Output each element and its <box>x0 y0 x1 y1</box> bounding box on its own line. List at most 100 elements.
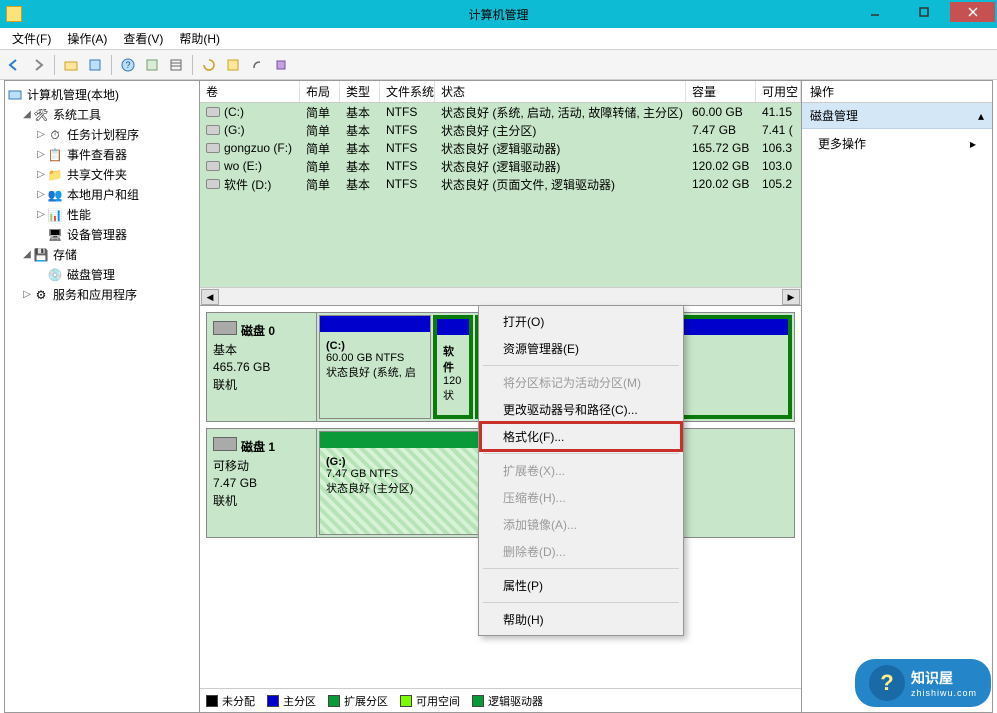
expand-icon[interactable]: ▷ <box>35 187 47 203</box>
volume-free: 7.41 ( <box>756 123 801 137</box>
tree-local-users[interactable]: ▷👥本地用户和组 <box>7 185 197 205</box>
col-layout[interactable]: 布局 <box>300 81 340 102</box>
cm-delete-vol: 删除卷(D)... <box>481 538 681 565</box>
actions-header: 操作 <box>802 81 992 103</box>
tree-label: 存储 <box>53 247 77 263</box>
partition-d-selected[interactable]: 软件120状 <box>433 315 473 419</box>
back-button[interactable] <box>4 55 24 75</box>
properties-icon[interactable] <box>85 55 105 75</box>
app-icon <box>6 6 22 22</box>
volume-capacity: 120.02 GB <box>686 159 756 173</box>
computer-icon <box>7 87 23 103</box>
tree-performance[interactable]: ▷📊性能 <box>7 205 197 225</box>
disk-size: 7.47 GB <box>213 476 310 490</box>
scroll-right-icon[interactable]: ▶ <box>782 289 800 305</box>
legend-unallocated: 未分配 <box>206 693 255 709</box>
volume-table-body: (C:)简单基本NTFS状态良好 (系统, 启动, 活动, 故障转储, 主分区)… <box>200 103 801 287</box>
volume-row[interactable]: (G:)简单基本NTFS状态良好 (主分区)7.47 GB7.41 ( <box>200 121 801 139</box>
partition-title: (G:) <box>326 456 346 468</box>
col-capacity[interactable]: 容量 <box>686 81 756 102</box>
watermark: ? 知识屋zhishiwu.com <box>855 659 991 707</box>
cm-properties[interactable]: 属性(P) <box>481 572 681 599</box>
volume-row[interactable]: (C:)简单基本NTFS状态良好 (系统, 启动, 活动, 故障转储, 主分区)… <box>200 103 801 121</box>
tree-label: 系统工具 <box>53 107 101 123</box>
expand-icon[interactable]: ▷ <box>21 287 33 303</box>
volume-free: 103.0 <box>756 159 801 173</box>
volume-row[interactable]: 软件 (D:)简单基本NTFS状态良好 (页面文件, 逻辑驱动器)120.02 … <box>200 175 801 193</box>
settings-icon[interactable] <box>271 55 291 75</box>
col-status[interactable]: 状态 <box>435 81 686 102</box>
expand-icon[interactable]: ▷ <box>35 207 47 223</box>
expand-icon[interactable]: ▷ <box>35 127 47 143</box>
forward-button[interactable] <box>28 55 48 75</box>
tree-storage[interactable]: ◢💾存储 <box>7 245 197 265</box>
volume-free: 106.3 <box>756 141 801 155</box>
volume-row[interactable]: wo (E:)简单基本NTFS状态良好 (逻辑驱动器)120.02 GB103.… <box>200 157 801 175</box>
close-button[interactable] <box>950 2 995 22</box>
save-icon[interactable] <box>223 55 243 75</box>
action-icon[interactable] <box>142 55 162 75</box>
collapse-icon[interactable]: ▴ <box>978 109 984 123</box>
tree-event-viewer[interactable]: ▷📋事件查看器 <box>7 145 197 165</box>
col-free[interactable]: 可用空 <box>756 81 801 102</box>
list-icon[interactable] <box>166 55 186 75</box>
cm-open[interactable]: 打开(O) <box>481 308 681 335</box>
volume-row[interactable]: gongzuo (F:)简单基本NTFS状态良好 (逻辑驱动器)165.72 G… <box>200 139 801 157</box>
partition-size: 120 <box>443 375 463 387</box>
collapse-icon[interactable]: ◢ <box>21 107 33 123</box>
tree-label: 设备管理器 <box>67 227 127 243</box>
volume-status: 状态良好 (逻辑驱动器) <box>435 140 686 157</box>
menu-operation[interactable]: 操作(A) <box>59 28 115 49</box>
folder-icon[interactable] <box>61 55 81 75</box>
refresh-icon[interactable] <box>199 55 219 75</box>
expand-icon[interactable]: ▷ <box>35 147 47 163</box>
cm-explorer[interactable]: 资源管理器(E) <box>481 335 681 362</box>
watermark-brand: 知识屋 <box>911 670 953 686</box>
menu-view[interactable]: 查看(V) <box>115 28 171 49</box>
separator <box>483 602 679 603</box>
col-type[interactable]: 类型 <box>340 81 380 102</box>
more-actions[interactable]: 更多操作▸ <box>802 129 992 158</box>
volume-type: 基本 <box>340 176 380 193</box>
volume-table-header: 卷 布局 类型 文件系统 状态 容量 可用空 <box>200 81 801 103</box>
tree-task-scheduler[interactable]: ▷⏱任务计划程序 <box>7 125 197 145</box>
volume-layout: 简单 <box>300 140 340 157</box>
partition-status: 状态良好 (系统, 启 <box>326 364 424 380</box>
legend-label: 可用空间 <box>416 693 460 709</box>
disk-label-area[interactable]: 磁盘 0 基本 465.76 GB 联机 <box>207 313 317 421</box>
collapse-icon[interactable]: ◢ <box>21 247 33 263</box>
tree-services[interactable]: ▷⚙服务和应用程序 <box>7 285 197 305</box>
tree-disk-management[interactable]: 💿磁盘管理 <box>7 265 197 285</box>
partition-title: 软件 <box>443 346 454 374</box>
undo-icon[interactable] <box>247 55 267 75</box>
cm-format[interactable]: 格式化(F)... <box>481 423 681 450</box>
col-volume[interactable]: 卷 <box>200 81 300 102</box>
tree-system-tools[interactable]: ◢🛠系统工具 <box>7 105 197 125</box>
help-icon[interactable]: ? <box>118 55 138 75</box>
separator <box>483 568 679 569</box>
folder-shared-icon: 📁 <box>47 167 63 183</box>
cm-change-drive[interactable]: 更改驱动器号和路径(C)... <box>481 396 681 423</box>
actions-section[interactable]: 磁盘管理▴ <box>802 103 992 129</box>
volume-capacity: 120.02 GB <box>686 177 756 191</box>
scroll-left-icon[interactable]: ◀ <box>201 289 219 305</box>
col-filesystem[interactable]: 文件系统 <box>380 81 435 102</box>
maximize-button[interactable] <box>901 2 946 22</box>
legend-free: 可用空间 <box>400 693 460 709</box>
tree-root[interactable]: 计算机管理(本地) <box>7 85 197 105</box>
minimize-button[interactable] <box>852 2 897 22</box>
menu-help[interactable]: 帮助(H) <box>171 28 228 49</box>
horizontal-scrollbar[interactable]: ◀▶ <box>200 287 801 305</box>
disk-label-area[interactable]: 磁盘 1 可移动 7.47 GB 联机 <box>207 429 317 537</box>
cm-mark-active: 将分区标记为活动分区(M) <box>481 369 681 396</box>
tree-device-manager[interactable]: 🖥设备管理器 <box>7 225 197 245</box>
expand-icon[interactable]: ▷ <box>35 167 47 183</box>
disk-type: 可移动 <box>213 457 310 474</box>
cm-help[interactable]: 帮助(H) <box>481 606 681 633</box>
partition-c[interactable]: (C:)60.00 GB NTFS状态良好 (系统, 启 <box>319 315 431 419</box>
disk-state: 联机 <box>213 376 310 393</box>
menu-file[interactable]: 文件(F) <box>4 28 59 49</box>
tree-shared-folders[interactable]: ▷📁共享文件夹 <box>7 165 197 185</box>
volume-status: 状态良好 (系统, 启动, 活动, 故障转储, 主分区) <box>435 104 686 121</box>
volume-name: 软件 (D:) <box>224 176 271 193</box>
